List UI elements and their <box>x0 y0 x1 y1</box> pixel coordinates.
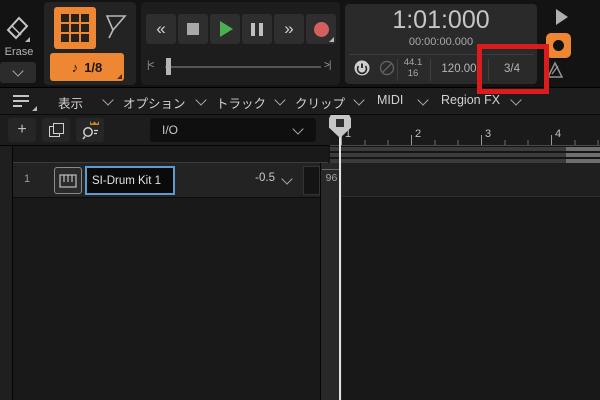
now-time-line <box>339 137 341 400</box>
play-icon <box>220 21 233 37</box>
record-mode-button[interactable] <box>546 33 571 58</box>
chevron-down-icon[interactable] <box>510 94 521 105</box>
track-pane-gutter <box>0 146 13 400</box>
io-dropdown[interactable]: I/O <box>150 118 316 142</box>
menu-clip[interactable]: クリップ <box>295 93 345 112</box>
tool-expand-button[interactable] <box>0 62 36 83</box>
flag-icon <box>102 10 130 46</box>
snap-module: ♪ 1/8 <box>44 2 136 85</box>
audio-engine-button[interactable] <box>353 59 371 77</box>
sync-clock-button[interactable] <box>379 60 395 76</box>
chevron-down-icon[interactable] <box>102 94 113 105</box>
clock-disabled-icon <box>379 60 395 76</box>
measure-label: 3 <box>485 128 491 140</box>
magnifier-crown-icon <box>79 119 101 141</box>
chevron-down-icon <box>12 65 23 76</box>
clips-pane[interactable] <box>341 163 600 400</box>
sample-rate-display[interactable]: 44.1 16 <box>398 57 428 79</box>
menu-midi[interactable]: MIDI <box>377 93 403 107</box>
pause-icon <box>251 23 255 36</box>
menu-track[interactable]: トラック <box>216 93 266 112</box>
menu-view[interactable]: 表示 <box>58 93 83 112</box>
io-dropdown-label: I/O <box>162 123 178 137</box>
add-track-button[interactable]: + <box>8 118 36 142</box>
track-row[interactable]: 1 SI-Drum Kit 1 -0.5 <box>13 162 328 198</box>
bit-depth-display: 16 <box>398 68 428 79</box>
track-type-button[interactable] <box>54 167 82 194</box>
position-slider-thumb[interactable] <box>166 58 171 75</box>
power-plug-icon <box>353 59 371 77</box>
rewind-button[interactable]: « <box>146 14 176 44</box>
clip-lane-track1[interactable] <box>341 163 600 197</box>
track-volume-value[interactable]: -0.5 <box>235 172 275 184</box>
flyout-corner <box>329 37 334 42</box>
eraser-icon[interactable] <box>2 10 32 44</box>
position-slider-track[interactable] <box>165 66 321 68</box>
snap-value: 1/8 <box>84 60 102 75</box>
annotation-highlight-box <box>477 44 549 94</box>
now-time-primary[interactable]: 1:01:000 <box>345 6 537 35</box>
grid-icon <box>61 14 89 42</box>
fast-forward-button[interactable]: » <box>274 14 304 44</box>
chevron-down-icon[interactable] <box>195 94 206 105</box>
measure-label: 2 <box>415 128 421 140</box>
pause-button[interactable] <box>242 14 272 44</box>
chevron-down-icon[interactable] <box>417 94 428 105</box>
midi-keyboard-icon <box>59 174 77 188</box>
ruler-major-ticks <box>341 135 600 145</box>
flyout-corner <box>32 106 37 111</box>
zoom-search-button[interactable] <box>76 118 104 142</box>
chevron-down-icon[interactable] <box>274 94 285 105</box>
menu-region-fx[interactable]: Region FX <box>441 93 500 107</box>
stop-button[interactable] <box>178 14 208 44</box>
daw-window: Erase ♪ 1/8 <box>0 0 600 400</box>
track-name: SI-Drum Kit 1 <box>92 175 161 187</box>
playhead-square <box>336 119 344 127</box>
measure-label: 4 <box>555 128 561 140</box>
chevron-down-icon[interactable] <box>353 94 364 105</box>
slider-end-icon[interactable]: >| <box>324 60 330 71</box>
erase-tool-label: Erase <box>0 46 38 58</box>
track-name-field[interactable]: SI-Drum Kit 1 <box>85 166 175 195</box>
marker-flag-button[interactable] <box>102 10 130 46</box>
erase-tool-module: Erase <box>0 2 38 85</box>
snap-resolution-button[interactable]: ♪ 1/8 <box>50 53 124 81</box>
top-control-bar: Erase ♪ 1/8 <box>0 0 600 88</box>
play-icon <box>556 9 568 25</box>
track-pane: 1 SI-Drum Kit 1 -0.5 <box>0 146 328 400</box>
duplicate-button[interactable] <box>42 118 70 142</box>
note-icon: ♪ <box>72 60 79 75</box>
chevron-down-icon <box>292 123 303 134</box>
record-button[interactable] <box>306 14 336 44</box>
play-button[interactable] <box>210 14 240 44</box>
menu-options[interactable]: オプション <box>123 93 186 112</box>
mini-play-button[interactable] <box>550 6 574 28</box>
stop-icon <box>187 23 199 35</box>
track-number: 1 <box>19 173 35 185</box>
transport-module: « » |< >| <box>141 2 340 85</box>
duplicate-icon <box>49 123 63 137</box>
grid-snap-button[interactable] <box>54 7 96 49</box>
view-options-menu-button[interactable] <box>13 93 35 110</box>
time-ruler[interactable]: 1 2 3 4 <box>330 115 600 146</box>
record-dot-icon <box>553 40 564 51</box>
clips-header-lanes <box>330 146 600 163</box>
slider-start-icon[interactable]: |< <box>147 60 153 71</box>
track-toolbar: + I/O <box>0 115 330 146</box>
record-icon <box>314 22 329 37</box>
track-meter-slot <box>303 166 320 195</box>
chevron-down-icon[interactable] <box>281 173 292 184</box>
flyout-corner <box>117 74 122 79</box>
flyout-corner <box>25 37 30 42</box>
